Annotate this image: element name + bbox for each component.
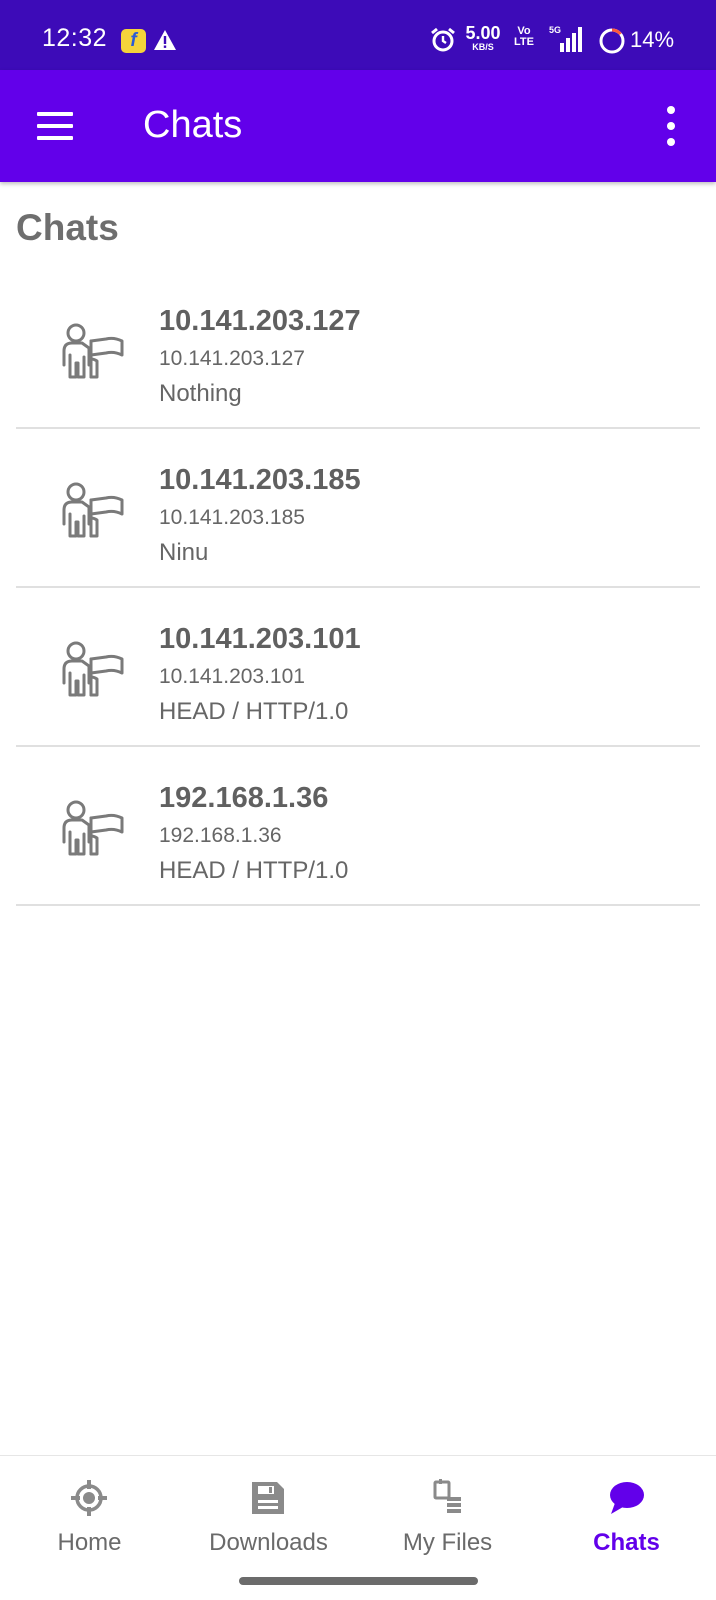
chat-last-message: Ninu <box>159 539 209 566</box>
home-indicator[interactable] <box>239 1577 478 1585</box>
nav-chats-label: Chats <box>593 1529 660 1556</box>
nav-downloads[interactable]: Downloads <box>179 1456 358 1576</box>
peer-avatar-icon <box>62 641 124 697</box>
chat-name: 10.141.203.185 <box>159 464 361 496</box>
chat-last-message: HEAD / HTTP/1.0 <box>159 698 349 725</box>
app-bar-title: Chats <box>143 104 243 146</box>
peer-avatar-icon <box>62 323 124 379</box>
signal-label: 5G <box>549 25 561 35</box>
chat-name: 10.141.203.101 <box>159 623 361 655</box>
nav-chats[interactable]: Chats <box>537 1456 716 1576</box>
status-time: 12:32 <box>42 24 108 52</box>
nav-my-files[interactable]: My Files <box>358 1456 537 1576</box>
status-bar: 12:32 f 5.00 KB/S Vo LTE 5G 14% <box>0 0 716 70</box>
chat-list-item[interactable]: 10.141.203.185 10.141.203.185 Ninu <box>16 429 700 588</box>
warning-icon <box>154 30 176 50</box>
chat-list-item[interactable]: 10.141.203.127 10.141.203.127 Nothing <box>16 270 700 429</box>
chat-bubble-icon <box>610 1482 644 1514</box>
chat-ip: 10.141.203.101 <box>159 665 305 688</box>
chat-list-item[interactable]: 10.141.203.101 10.141.203.101 HEAD / HTT… <box>16 588 700 747</box>
chat-ip: 10.141.203.185 <box>159 506 305 529</box>
volte-indicator: Vo LTE <box>514 25 534 48</box>
signal-icon: 5G <box>549 25 582 52</box>
network-speed: 5.00 KB/S <box>465 23 501 52</box>
chat-name: 10.141.203.127 <box>159 305 361 337</box>
save-icon <box>252 1482 284 1514</box>
battery-ring-icon <box>599 28 625 54</box>
chat-list-item[interactable]: 192.168.1.36 192.168.1.36 HEAD / HTTP/1.… <box>16 747 700 906</box>
chat-name: 192.168.1.36 <box>159 782 329 814</box>
menu-icon[interactable] <box>30 106 80 146</box>
chat-last-message: HEAD / HTTP/1.0 <box>159 857 349 884</box>
nav-downloads-label: Downloads <box>209 1529 328 1556</box>
app-bar: Chats <box>0 70 716 182</box>
crosshair-icon <box>71 1480 107 1516</box>
chat-list: 10.141.203.127 10.141.203.127 Nothing 10… <box>16 270 700 906</box>
battery-percent: 14% <box>630 27 675 52</box>
chat-ip: 10.141.203.127 <box>159 347 305 370</box>
chat-ip: 192.168.1.36 <box>159 824 282 847</box>
nav-my-files-label: My Files <box>402 1529 493 1556</box>
peer-avatar-icon <box>62 482 124 538</box>
files-icon <box>433 1479 461 1513</box>
page-title: Chats <box>16 207 119 248</box>
more-options-icon[interactable] <box>656 104 686 148</box>
nav-home[interactable]: Home <box>0 1456 179 1576</box>
alarm-icon <box>431 27 455 52</box>
nav-home-label: Home <box>57 1529 122 1556</box>
flipkart-icon: f <box>121 29 146 53</box>
chat-last-message: Nothing <box>159 380 242 407</box>
peer-avatar-icon <box>62 800 124 856</box>
